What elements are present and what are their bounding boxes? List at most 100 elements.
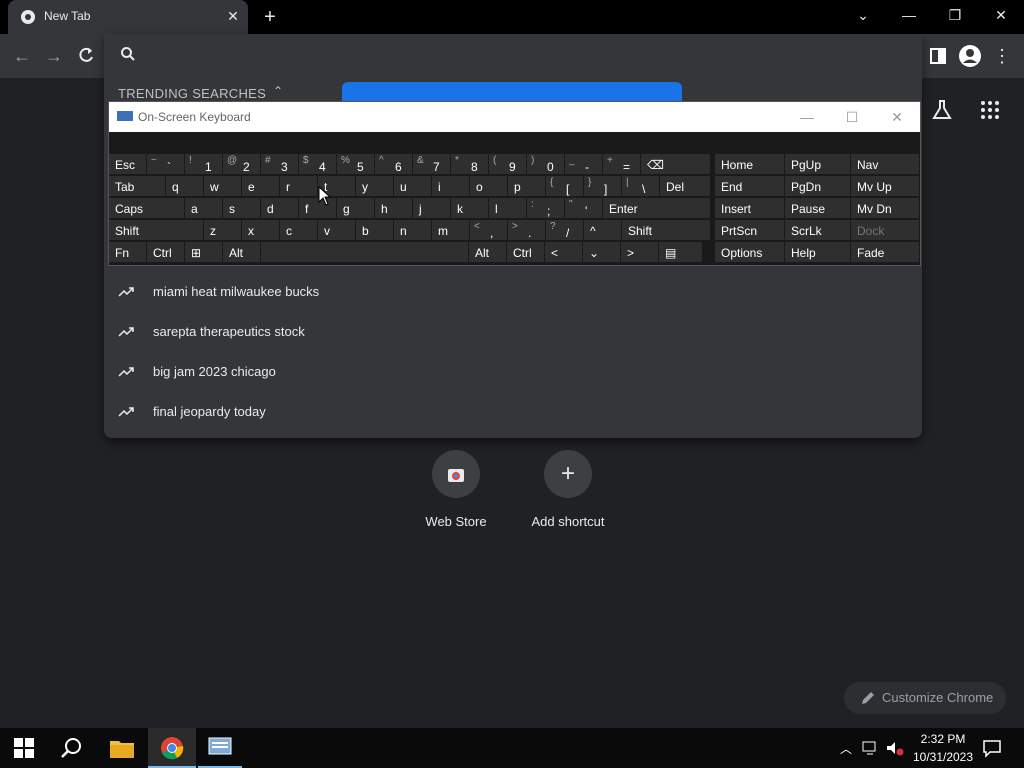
osk-key[interactable]: q: [166, 176, 204, 197]
back-arrow-icon[interactable]: ←: [10, 44, 34, 68]
osk-key[interactable]: i: [432, 176, 470, 197]
osk-key[interactable]: ^: [584, 220, 622, 241]
osk-key[interactable]: u: [394, 176, 432, 197]
osk-key[interactable]: }]: [584, 176, 622, 197]
osk-close-button[interactable]: ✕: [883, 106, 911, 128]
osk-side-key[interactable]: ScrLk: [785, 220, 851, 241]
osk-maximize-button[interactable]: ☐: [838, 106, 866, 128]
osk-key[interactable]: | \: [622, 176, 660, 197]
osk-key[interactable]: {[: [546, 176, 584, 197]
osk-key[interactable]: y: [356, 176, 394, 197]
add-shortcut-button[interactable]: + Add shortcut: [512, 448, 624, 540]
osk-key[interactable]: $4: [299, 154, 337, 175]
notification-icon[interactable]: [982, 738, 1002, 758]
menu-dots-icon[interactable]: ⋮: [990, 44, 1014, 68]
osk-key[interactable]: h: [375, 198, 413, 219]
osk-side-key[interactable]: Insert: [715, 198, 785, 219]
osk-key[interactable]: ⊞: [185, 242, 223, 263]
osk-key[interactable]: j: [413, 198, 451, 219]
osk-key[interactable]: r: [280, 176, 318, 197]
restore-button[interactable]: ❐: [932, 0, 978, 30]
volume-muted-icon[interactable]: [886, 740, 904, 756]
taskbar-chrome-active[interactable]: [148, 728, 196, 768]
osk-key[interactable]: Alt: [223, 242, 261, 263]
osk-key[interactable]: a: [185, 198, 223, 219]
osk-key[interactable]: & 7: [413, 154, 451, 175]
osk-key[interactable]: x: [242, 220, 280, 241]
new-tab-button[interactable]: +: [258, 5, 282, 29]
osk-key[interactable]: " ': [565, 198, 603, 219]
chevron-up-icon[interactable]: ⌃: [270, 84, 286, 100]
taskbar-osk-app[interactable]: [198, 728, 242, 768]
osk-minimize-button[interactable]: —: [793, 106, 821, 128]
shortcut-web-store[interactable]: Web Store: [400, 448, 512, 540]
osk-key[interactable]: Ctrl: [147, 242, 185, 263]
osk-key[interactable]: <,: [470, 220, 508, 241]
osk-side-key[interactable]: Mv Up: [851, 176, 920, 197]
osk-key[interactable]: v: [318, 220, 356, 241]
suggestion-item[interactable]: sarepta therapeutics stock: [104, 312, 922, 352]
osk-key[interactable]: Shift: [109, 220, 204, 241]
osk-titlebar[interactable]: On-Screen Keyboard — ☐ ✕: [109, 102, 920, 132]
osk-key[interactable]: ^ 6: [375, 154, 413, 175]
osk-side-key[interactable]: Nav: [851, 154, 920, 175]
network-icon[interactable]: [862, 740, 880, 756]
labs-flask-icon[interactable]: [930, 98, 954, 122]
taskbar-date[interactable]: 10/31/2023: [908, 750, 978, 764]
osk-key[interactable]: Tab: [109, 176, 166, 197]
osk-side-key[interactable]: Options: [715, 242, 785, 263]
osk-key[interactable]: n: [394, 220, 432, 241]
osk-key[interactable]: ! 1: [185, 154, 223, 175]
search-taskbar-icon[interactable]: [60, 736, 84, 760]
osk-key[interactable]: Esc: [109, 154, 147, 175]
close-window-button[interactable]: ✕: [978, 0, 1024, 30]
suggestion-item[interactable]: final jeopardy today: [104, 392, 922, 432]
side-panel-icon[interactable]: [926, 44, 950, 68]
minimize-button[interactable]: —: [886, 0, 932, 30]
osk-key[interactable]: p: [508, 176, 546, 197]
osk-key[interactable]: (9: [489, 154, 527, 175]
osk-side-key[interactable]: Help: [785, 242, 851, 263]
osk-side-key[interactable]: PgDn: [785, 176, 851, 197]
osk-key[interactable]: b: [356, 220, 394, 241]
tab-search-icon[interactable]: ⌄: [840, 0, 886, 30]
tab-new-tab[interactable]: New Tab ✕: [8, 0, 248, 34]
taskbar-time[interactable]: 2:32 PM: [908, 732, 978, 746]
apps-grid-icon[interactable]: [978, 98, 1002, 122]
suggestion-item[interactable]: miami heat milwaukee bucks: [104, 272, 922, 312]
osk-key[interactable]: Caps: [109, 198, 185, 219]
show-hidden-icons[interactable]: ︿: [840, 740, 852, 757]
osk-key[interactable]: _ -: [565, 154, 603, 175]
file-explorer-icon[interactable]: [110, 738, 134, 758]
osk-key[interactable]: * 8: [451, 154, 489, 175]
osk-side-key[interactable]: PgUp: [785, 154, 851, 175]
osk-key[interactable]: [261, 242, 469, 263]
forward-arrow-icon[interactable]: →: [42, 44, 66, 68]
osk-key[interactable]: ⌫: [641, 154, 711, 175]
osk-key[interactable]: Enter: [603, 198, 711, 219]
osk-key[interactable]: m: [432, 220, 470, 241]
osk-key[interactable]: #3: [261, 154, 299, 175]
osk-key[interactable]: Fn: [109, 242, 147, 263]
osk-key[interactable]: l: [489, 198, 527, 219]
osk-key[interactable]: ~ `: [147, 154, 185, 175]
profile-avatar-icon[interactable]: [958, 44, 982, 68]
osk-key[interactable]: :;: [527, 198, 565, 219]
osk-side-key[interactable]: Home: [715, 154, 785, 175]
address-bar-input[interactable]: [144, 42, 844, 66]
tab-close-icon[interactable]: ✕: [224, 7, 242, 25]
windows-start-icon[interactable]: [14, 738, 34, 758]
osk-key[interactable]: k: [451, 198, 489, 219]
osk-side-key[interactable]: Fade: [851, 242, 920, 263]
osk-key[interactable]: ? /: [546, 220, 584, 241]
osk-key[interactable]: % 5: [337, 154, 375, 175]
osk-key[interactable]: <: [545, 242, 583, 263]
osk-key[interactable]: ⌄: [583, 242, 621, 263]
osk-key[interactable]: z: [204, 220, 242, 241]
osk-side-key[interactable]: Pause: [785, 198, 851, 219]
osk-side-key[interactable]: Mv Dn: [851, 198, 920, 219]
osk-side-key[interactable]: PrtScn: [715, 220, 785, 241]
osk-key[interactable]: g: [337, 198, 375, 219]
osk-key[interactable]: @2: [223, 154, 261, 175]
osk-key[interactable]: ) 0: [527, 154, 565, 175]
